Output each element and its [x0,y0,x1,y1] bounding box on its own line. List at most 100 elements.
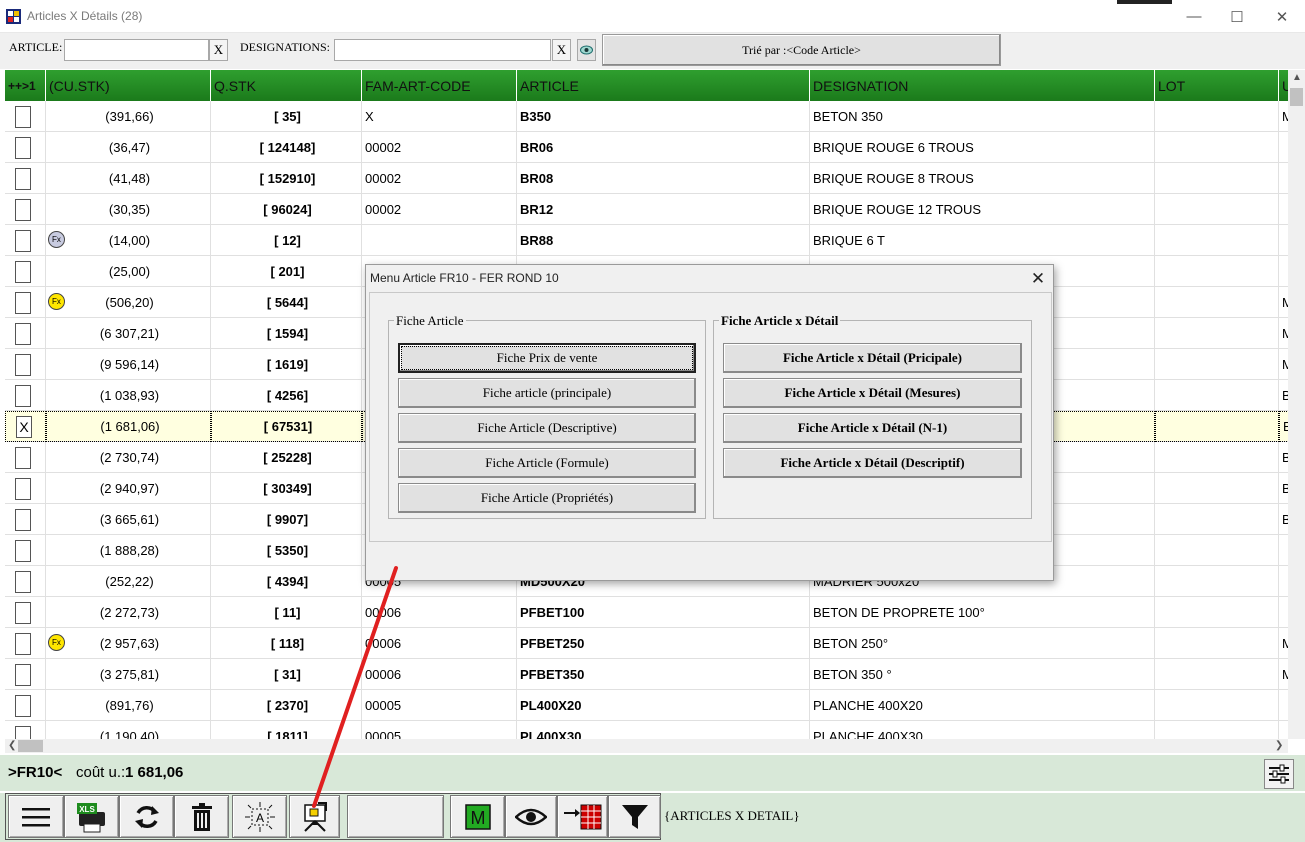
fam-art-code-cell[interactable]: 00005 [362,690,517,721]
header-col-u[interactable]: U [1279,70,1288,101]
fiche-article-formule-button[interactable]: Fiche Article (Formule) [398,448,696,478]
text-select-button[interactable]: A [232,795,287,838]
fam-art-code-cell[interactable]: 00006 [362,659,517,690]
filter-button[interactable] [608,795,661,838]
q-stk-cell[interactable]: [ 4394] [211,566,362,597]
header-col-lot[interactable]: LOT [1155,70,1279,101]
row-checkbox-cell[interactable] [5,256,46,287]
blank-toolbar-button[interactable] [347,795,444,838]
article-cell[interactable]: PL400X20 [517,690,810,721]
detail-principale-button[interactable]: Fiche Article x Détail (Pricipale) [723,343,1022,373]
u-cell[interactable] [1279,194,1288,225]
q-stk-cell[interactable]: [ 12] [211,225,362,256]
row-checkbox[interactable] [15,136,31,159]
row-checkbox[interactable]: X [16,415,32,438]
fam-art-code-cell[interactable]: 00006 [362,628,517,659]
q-stk-cell[interactable]: [ 1811] [211,721,362,739]
preview-eye-button[interactable] [577,39,596,61]
row-checkbox-cell[interactable] [5,690,46,721]
table-row[interactable]: Fx (2 957,63) [ 118] 00006 PFBET250 BETON 250… [5,628,1288,659]
fam-art-code-cell[interactable]: X [362,101,517,132]
lot-cell[interactable] [1155,628,1279,659]
delete-button[interactable] [174,795,229,838]
table-row[interactable]: (36,47) [ 124148] 00002 BR06 BRIQUE ROUGE 6 … [5,132,1288,163]
u-cell[interactable]: M [1279,318,1288,349]
row-checkbox[interactable] [15,353,31,376]
designations-filter-input[interactable] [334,39,551,61]
lot-cell[interactable] [1155,256,1279,287]
row-checkbox-cell[interactable] [5,473,46,504]
row-checkbox[interactable] [15,198,31,221]
u-cell[interactable] [1279,566,1288,597]
scroll-left-icon[interactable]: ❮ [8,740,16,751]
table-row[interactable]: (891,76) [ 2370] 00005 PL400X20 PLANCHE 400X… [5,690,1288,721]
row-checkbox-cell[interactable] [5,349,46,380]
fam-art-code-cell[interactable]: 00002 [362,194,517,225]
article-cell[interactable]: PFBET350 [517,659,810,690]
cu-stk-cell[interactable]: (2 730,74) [46,442,211,473]
article-cell[interactable]: BR06 [517,132,810,163]
row-checkbox-cell[interactable] [5,566,46,597]
lot-cell[interactable] [1155,349,1279,380]
row-checkbox[interactable] [15,663,31,686]
q-stk-cell[interactable]: [ 35] [211,101,362,132]
article-cell[interactable]: BR12 [517,194,810,225]
row-checkbox-cell[interactable] [5,318,46,349]
row-checkbox-cell[interactable]: X [5,411,46,442]
maximize-button[interactable]: ☐ [1214,0,1260,33]
table-row[interactable]: (1 190,40) [ 1811] 00005 PL400X30 PLANCHE 40… [5,721,1288,739]
cu-stk-cell[interactable]: (252,22) [46,566,211,597]
row-checkbox-cell[interactable] [5,535,46,566]
lot-cell[interactable] [1155,225,1279,256]
lot-cell[interactable] [1155,194,1279,225]
lot-cell[interactable] [1155,535,1279,566]
fx-formula-icon[interactable]: Fx [48,231,65,248]
detail-descriptif-button[interactable]: Fiche Article x Détail (Descriptif) [723,448,1022,478]
fam-art-code-cell[interactable]: 00002 [362,163,517,194]
u-cell[interactable]: B [1279,473,1288,504]
row-checkbox-cell[interactable] [5,101,46,132]
lot-cell[interactable] [1155,163,1279,194]
q-stk-cell[interactable]: [ 152910] [211,163,362,194]
row-checkbox[interactable] [15,446,31,469]
header-col-designation[interactable]: DESIGNATION [810,70,1155,101]
fam-art-code-cell[interactable]: 00002 [362,132,517,163]
lot-cell[interactable] [1155,721,1279,739]
q-stk-cell[interactable]: [ 5644] [211,287,362,318]
cu-stk-cell[interactable]: (391,66) [46,101,211,132]
close-window-button[interactable]: ✕ [1259,0,1305,33]
u-cell[interactable] [1279,721,1288,739]
designation-cell[interactable]: BETON 350 ° [810,659,1155,690]
row-checkbox-cell[interactable] [5,442,46,473]
fx-formula-icon[interactable]: Fx [48,293,65,310]
lot-cell[interactable] [1155,659,1279,690]
lot-cell[interactable] [1155,442,1279,473]
export-grid-button[interactable] [557,795,608,838]
horizontal-scrollbar[interactable]: ❮ ❯ [5,739,1288,753]
q-stk-cell[interactable]: [ 201] [211,256,362,287]
lot-cell[interactable] [1155,504,1279,535]
m-button[interactable]: M [450,795,505,838]
q-stk-cell[interactable]: [ 2370] [211,690,362,721]
row-checkbox-cell[interactable] [5,163,46,194]
u-cell[interactable]: B [1279,411,1288,442]
designation-cell[interactable]: BETON 350 [810,101,1155,132]
menu-button[interactable] [8,795,64,838]
fx-formula-icon[interactable]: Fx [48,634,65,651]
fiche-article-proprietes-button[interactable]: Fiche Article (Propriétés) [398,483,696,513]
cu-stk-cell[interactable]: (9 596,14) [46,349,211,380]
row-checkbox[interactable] [15,291,31,314]
article-cell[interactable]: BR08 [517,163,810,194]
row-checkbox-cell[interactable] [5,194,46,225]
u-cell[interactable]: M [1279,101,1288,132]
u-cell[interactable]: M [1279,349,1288,380]
q-stk-cell[interactable]: [ 124148] [211,132,362,163]
designation-cell[interactable]: BRIQUE ROUGE 6 TROUS [810,132,1155,163]
q-stk-cell[interactable]: [ 67531] [211,411,362,442]
cu-stk-cell[interactable]: (1 038,93) [46,380,211,411]
lot-cell[interactable] [1155,473,1279,504]
u-cell[interactable] [1279,535,1288,566]
detail-n1-button[interactable]: Fiche Article x Détail (N-1) [723,413,1022,443]
row-checkbox[interactable] [15,167,31,190]
q-stk-cell[interactable]: [ 96024] [211,194,362,225]
